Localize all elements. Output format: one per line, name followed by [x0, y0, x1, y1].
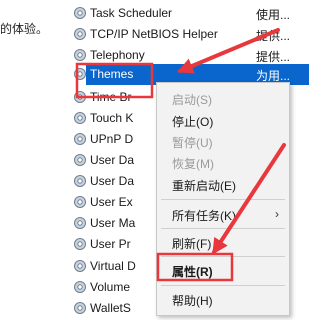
service-name: WalletS [90, 301, 131, 315]
service-name: Themes [90, 67, 134, 81]
chevron-right-icon: › [275, 207, 279, 221]
menu-item-all-tasks[interactable]: 所有任务(K) › [157, 203, 289, 225]
menu-item-refresh[interactable]: 刷新(F) [157, 231, 289, 253]
service-name: Volume [90, 280, 131, 294]
description-fragment: 的体验。 [0, 22, 49, 36]
service-status: 提供... [256, 29, 291, 43]
service-name: UPnP D [90, 132, 134, 146]
service-row[interactable]: Task Scheduler 使用... [70, 3, 309, 24]
gear-icon [74, 7, 86, 19]
menu-item-label: 启动(S) [172, 93, 212, 107]
menu-item-label: 属性(R) [172, 265, 213, 279]
menu-separator [161, 228, 285, 229]
gear-icon [74, 91, 86, 103]
service-name: TCP/IP NetBIOS Helper [90, 27, 218, 41]
service-name: User Da [90, 174, 135, 188]
gear-icon [74, 154, 86, 166]
menu-separator [161, 199, 285, 200]
menu-item-resume[interactable]: 恢复(M) [157, 151, 289, 173]
gear-icon [74, 175, 86, 187]
gear-icon [74, 68, 86, 80]
gear-icon [74, 281, 86, 293]
gear-icon [74, 49, 86, 61]
service-name: User Ma [90, 216, 136, 230]
menu-item-properties[interactable]: 属性(R) [157, 259, 289, 281]
gear-icon [74, 28, 86, 40]
service-status: 使用... [256, 8, 291, 22]
menu-item-label: 刷新(F) [172, 237, 212, 251]
menu-item-pause[interactable]: 暂停(U) [157, 130, 289, 152]
menu-separator [161, 256, 285, 257]
service-row[interactable]: TCP/IP NetBIOS Helper 提供... [70, 24, 309, 45]
menu-item-stop[interactable]: 停止(O) [157, 109, 289, 131]
menu-item-label: 重新启动(E) [172, 179, 236, 193]
gear-icon [74, 238, 86, 250]
menu-separator [161, 285, 285, 286]
service-name: Telephony [90, 48, 145, 62]
service-name: Time Br [90, 90, 132, 104]
service-name: Virtual D [90, 259, 136, 273]
service-name: User Ex [90, 195, 133, 209]
service-name: Task Scheduler [90, 6, 173, 20]
gear-icon [74, 217, 86, 229]
service-row[interactable]: Telephony 提供... [70, 45, 309, 66]
menu-item-label: 恢复(M) [172, 157, 214, 171]
context-menu: 启动(S) 停止(O) 暂停(U) 恢复(M) 重新启动(E) 所有任务(K) … [156, 82, 290, 316]
gear-icon [74, 112, 86, 124]
menu-item-label: 帮助(H) [172, 294, 213, 308]
gear-icon [74, 133, 86, 145]
service-name: User Pr [90, 237, 131, 251]
gear-icon [74, 302, 86, 314]
menu-item-label: 停止(O) [172, 115, 214, 129]
service-name: Touch K [90, 111, 134, 125]
menu-item-help[interactable]: 帮助(H) [157, 288, 289, 310]
menu-item-start[interactable]: 启动(S) [157, 87, 289, 109]
service-status: 提供... [256, 50, 291, 64]
menu-item-label: 暂停(U) [172, 136, 213, 150]
service-name: User Da [90, 153, 135, 167]
menu-item-restart[interactable]: 重新启动(E) [157, 173, 289, 195]
menu-item-label: 所有任务(K) [172, 209, 236, 223]
gear-icon [74, 260, 86, 272]
gear-icon [74, 196, 86, 208]
